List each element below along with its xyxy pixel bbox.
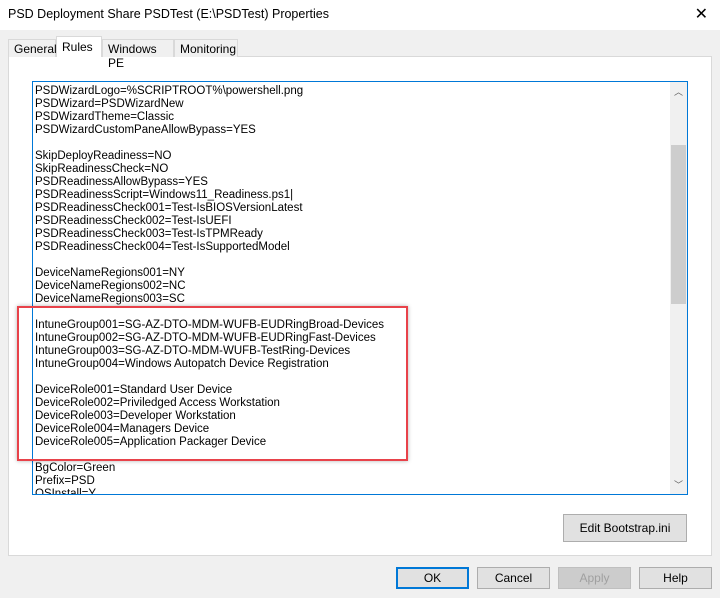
- vertical-scrollbar[interactable]: ︿ ﹀: [670, 82, 687, 494]
- rule-line: Prefix=PSD: [35, 475, 95, 487]
- tab-monitoring[interactable]: Monitoring: [174, 39, 238, 57]
- rule-line: PSDWizardLogo=%SCRIPTROOT%\powershell.pn…: [35, 85, 304, 97]
- rule-line: PSDWizard=PSDWizardNew: [35, 98, 184, 110]
- rule-line: DeviceNameRegions001=NY: [35, 267, 185, 279]
- rule-line: DeviceRole004=Managers Device: [35, 423, 210, 435]
- rule-line: [35, 306, 384, 319]
- rules-textarea[interactable]: PSDWizardLogo=%SCRIPTROOT%\powershell.pn…: [32, 81, 688, 495]
- tab-windows-pe[interactable]: Windows PE: [102, 39, 174, 70]
- rule-line: [35, 371, 384, 384]
- rule-line: PSDReadinessCheck004=Test-IsSupportedMod…: [35, 241, 290, 253]
- rule-line: [35, 254, 384, 267]
- help-button[interactable]: Help: [639, 567, 712, 589]
- rule-line: SkipDeployReadiness=NO: [35, 150, 172, 162]
- scroll-down-icon[interactable]: ﹀: [670, 478, 687, 491]
- edit-bootstrap-button[interactable]: Edit Bootstrap.ini: [563, 514, 687, 542]
- rule-line: DeviceRole001=Standard User Device: [35, 384, 233, 396]
- rule-line: PSDWizardTheme=Classic: [35, 111, 174, 123]
- rule-line: DeviceRole005=Application Packager Devic…: [35, 436, 267, 448]
- window-title: PSD Deployment Share PSDTest (E:\PSDTest…: [8, 7, 329, 21]
- rules-text: PSDWizardLogo=%SCRIPTROOT%\powershell.pn…: [35, 85, 385, 495]
- rule-line: PSDReadinessScript=Windows11_Readiness.p…: [35, 189, 294, 201]
- scroll-up-icon[interactable]: ︿: [670, 85, 687, 98]
- cancel-button[interactable]: Cancel: [477, 567, 550, 589]
- rule-line: BgColor=Green: [35, 462, 116, 474]
- rule-line: [35, 137, 384, 150]
- rule-line: PSDReadinessCheck001=Test-IsBIOSVersionL…: [35, 202, 303, 214]
- rule-line: OSInstall=Y: [35, 488, 97, 495]
- apply-button[interactable]: Apply: [558, 567, 631, 589]
- rule-line: IntuneGroup003=SG-AZ-DTO-MDM-WUFB-TestRi…: [35, 345, 351, 357]
- title-bar: PSD Deployment Share PSDTest (E:\PSDTest…: [0, 0, 720, 30]
- tab-rules[interactable]: Rules: [56, 36, 102, 57]
- tab-general[interactable]: General: [8, 39, 57, 57]
- rule-line: DeviceRole003=Developer Workstation: [35, 410, 236, 422]
- rule-line: PSDReadinessAllowBypass=YES: [35, 176, 208, 188]
- scrollbar-thumb[interactable]: [671, 145, 686, 304]
- ok-button[interactable]: OK: [396, 567, 469, 589]
- rule-line: DeviceNameRegions003=SC: [35, 293, 185, 305]
- rule-line: PSDReadinessCheck003=Test-IsTPMReady: [35, 228, 263, 240]
- rule-line: IntuneGroup001=SG-AZ-DTO-MDM-WUFB-EUDRin…: [35, 319, 385, 331]
- rule-line: DeviceRole002=Priviledged Access Worksta…: [35, 397, 280, 409]
- rule-line: PSDWizardCustomPaneAllowBypass=YES: [35, 124, 256, 136]
- rule-line: IntuneGroup002=SG-AZ-DTO-MDM-WUFB-EUDRin…: [35, 332, 376, 344]
- rule-line: SkipReadinessCheck=NO: [35, 163, 169, 175]
- rule-line: PSDReadinessCheck002=Test-IsUEFI: [35, 215, 232, 227]
- rule-line: DeviceNameRegions002=NC: [35, 280, 186, 292]
- rule-line: [35, 449, 384, 462]
- rule-line: IntuneGroup004=Windows Autopatch Device …: [35, 358, 329, 370]
- close-icon[interactable]: ✕: [695, 4, 708, 24]
